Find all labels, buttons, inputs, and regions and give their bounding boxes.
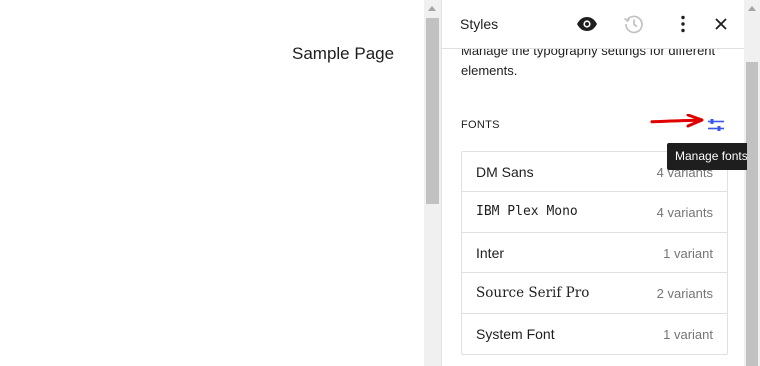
history-icon (623, 15, 643, 34)
sliders-icon (708, 119, 724, 131)
font-variants: 1 variant (663, 326, 713, 342)
panel-description: Manage the typography settings for diffe… (461, 49, 716, 78)
scrollbar-thumb[interactable] (426, 18, 439, 204)
close-icon (715, 18, 727, 30)
scroll-up-arrow[interactable] (428, 6, 436, 11)
font-variants: 2 variants (656, 286, 713, 302)
revisions-button[interactable] (620, 10, 648, 38)
sidebar-title: Styles (460, 16, 499, 32)
font-item-source-serif-pro[interactable]: Source Serif Pro 2 variants (462, 273, 727, 314)
font-name: IBM Plex Mono (476, 204, 578, 220)
more-vertical-icon (681, 15, 685, 33)
scrollbar-thumb[interactable] (746, 62, 758, 366)
red-arrow (650, 114, 704, 128)
font-variants: 4 variants (656, 205, 713, 221)
manage-fonts-button[interactable] (704, 113, 728, 137)
canvas-scrollbar[interactable] (424, 0, 441, 366)
style-book-button[interactable] (573, 10, 601, 38)
more-options-button[interactable] (669, 10, 697, 38)
font-variants: 1 variant (663, 245, 713, 261)
font-name: Source Serif Pro (476, 285, 590, 302)
font-families-list: DM Sans 4 variants IBM Plex Mono 4 varia… (461, 151, 728, 355)
font-item-system-font[interactable]: System Font 1 variant (462, 314, 727, 354)
sidebar-header: Styles (442, 0, 747, 49)
sidebar-scrollbar[interactable] (744, 0, 760, 366)
typography-panel: Manage the typography settings for diffe… (442, 49, 747, 366)
eye-icon (577, 17, 597, 31)
styles-sidebar: Styles Manage the typography settings fo… (441, 0, 760, 366)
font-item-ibm-plex-mono[interactable]: IBM Plex Mono 4 variants (462, 192, 727, 233)
font-name: System Font (476, 325, 555, 342)
font-name: Inter (476, 244, 505, 261)
manage-fonts-tooltip: Manage fonts (667, 143, 747, 170)
editor-canvas[interactable]: Sample Page (0, 0, 424, 366)
scroll-up-arrow[interactable] (748, 6, 756, 11)
font-name: DM Sans (476, 164, 534, 180)
font-item-inter[interactable]: Inter 1 variant (462, 233, 727, 274)
fonts-heading: FONTS (461, 119, 500, 131)
page-title[interactable]: Sample Page (292, 44, 394, 64)
close-sidebar-button[interactable] (707, 10, 735, 38)
